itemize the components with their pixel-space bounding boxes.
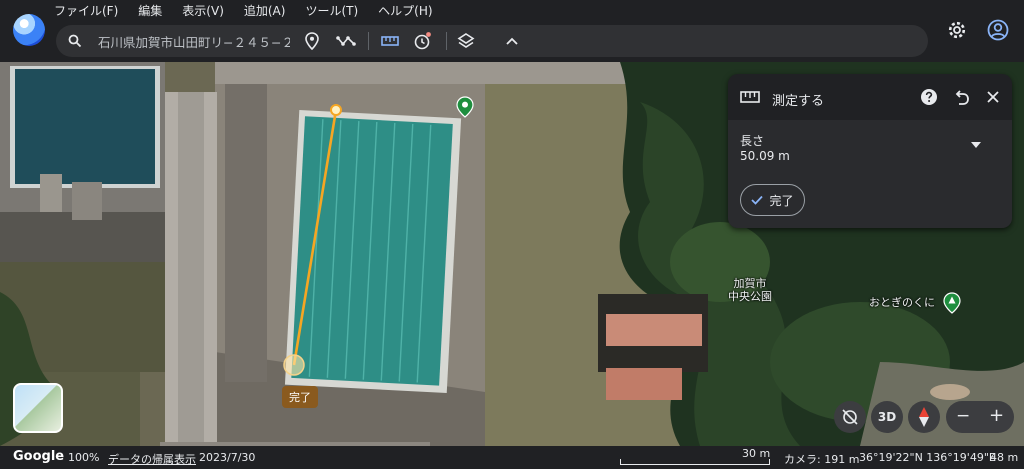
zoom-in-button[interactable]: + [989, 405, 1004, 426]
menu-tools[interactable]: ツール(T) [305, 2, 358, 20]
ruler-button[interactable] [378, 29, 402, 53]
undo-icon [955, 90, 969, 105]
status-bar: Google 100% データの帰属表示 2023/7/30 30 m カメラ:… [0, 446, 1024, 469]
collapse-button[interactable] [500, 29, 524, 53]
compass-button[interactable] [908, 401, 940, 433]
placemark-icon [305, 32, 319, 50]
google-brand: Google [13, 449, 65, 464]
google-earth-logo[interactable] [13, 14, 45, 46]
chevron-up-icon [506, 37, 518, 45]
3d-button[interactable]: 3D [871, 401, 903, 433]
search-input[interactable]: 石川県加賀市山田町リ−２４５−２ [98, 32, 290, 51]
length-value: 50.09 m [740, 149, 790, 163]
menu-add[interactable]: 追加(A) [244, 2, 286, 20]
measure-panel: 測定する 長さ 50.09 m 完了 [728, 74, 1012, 228]
menu-edit[interactable]: 編集 [138, 2, 162, 20]
app-bar: ファイル(F) 編集 表示(V) 追加(A) ツール(T) ヘルプ(H) 石川県… [0, 0, 1024, 62]
measure-panel-header: 測定する [728, 74, 1012, 120]
place-label[interactable]: おとぎのくに [864, 296, 940, 309]
menu-bar: ファイル(F) 編集 表示(V) 追加(A) ツール(T) ヘルプ(H) [54, 2, 453, 20]
layers-button[interactable] [454, 29, 478, 53]
map-pin-icon[interactable] [456, 96, 474, 118]
ruler-icon [740, 91, 760, 103]
zoom-out-button[interactable]: − [956, 406, 970, 426]
search-box[interactable]: 石川県加賀市山田町リ−２４５−２ [56, 25, 292, 57]
menu-file[interactable]: ファイル(F) [54, 2, 118, 20]
done-button-label: 完了 [769, 193, 794, 208]
toolbar [292, 25, 928, 57]
history-button[interactable] [410, 29, 434, 53]
park-label[interactable]: 加賀市 中央公園 [724, 277, 776, 303]
zoom-percent: 100% [68, 451, 100, 464]
caret-down-icon [971, 142, 981, 148]
measure-end-done-tag[interactable]: 完了 [282, 386, 318, 408]
tilt-icon [842, 409, 858, 425]
camera-altitude: カメラ: 191 m [784, 453, 860, 466]
tilt-button[interactable] [834, 401, 866, 433]
menu-help[interactable]: ヘルプ(H) [378, 2, 432, 20]
account-button[interactable] [986, 18, 1010, 42]
unit-dropdown[interactable] [968, 138, 984, 152]
placemark-button[interactable] [300, 29, 324, 53]
park-pin-icon[interactable] [943, 292, 961, 314]
search-icon [68, 34, 82, 48]
history-icon [414, 32, 431, 50]
close-button[interactable] [982, 86, 1004, 108]
measure-panel-title: 測定する [772, 94, 825, 109]
settings-button[interactable] [945, 18, 969, 42]
check-icon [751, 195, 764, 205]
settings-icon [948, 21, 966, 39]
undo-button[interactable] [950, 86, 972, 108]
minimap[interactable] [13, 383, 63, 433]
scale-label: 30 m [742, 447, 771, 460]
measure-panel-body: 長さ 50.09 m 完了 [728, 120, 1012, 228]
compass-icon [919, 407, 929, 427]
zoom-controls: − + [946, 401, 1014, 433]
done-button[interactable]: 完了 [740, 184, 805, 216]
attribution-link[interactable]: データの帰属表示 [108, 451, 196, 467]
park-label-line2: 中央公園 [728, 290, 772, 303]
elevation: 48 m [990, 451, 1019, 464]
close-icon [987, 91, 999, 103]
path-icon [336, 36, 356, 46]
length-label: 長さ [740, 134, 765, 148]
help-icon [921, 89, 937, 105]
park-label-line1: 加賀市 [733, 277, 767, 290]
menu-view[interactable]: 表示(V) [182, 2, 224, 20]
path-button[interactable] [334, 29, 358, 53]
coordinates: 36°19'22"N 136°19'49"E [859, 451, 996, 464]
help-button[interactable] [918, 86, 940, 108]
imagery-date: 2023/7/30 [199, 451, 256, 464]
ruler-icon [381, 36, 399, 46]
layers-icon [457, 33, 475, 48]
account-icon [987, 19, 1009, 41]
